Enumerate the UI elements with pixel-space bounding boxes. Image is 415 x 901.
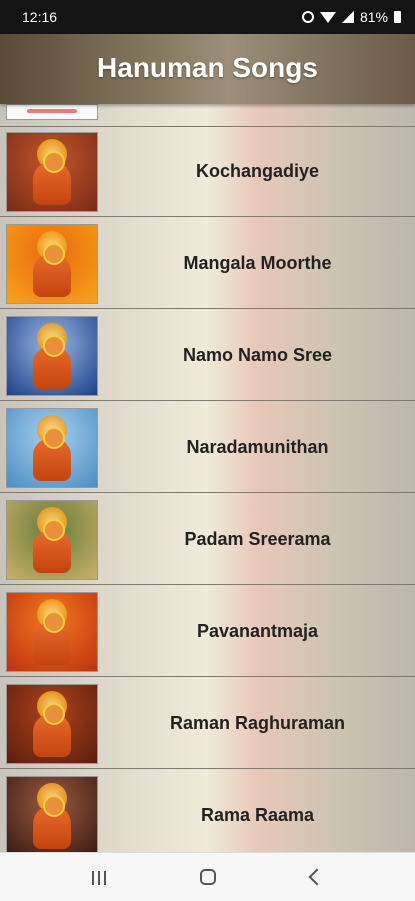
hanuman-thumbnail <box>6 500 98 580</box>
song-title: Padam Sreerama <box>184 529 331 549</box>
hanuman-thumbnail <box>6 408 98 488</box>
alarm-icon <box>301 11 314 23</box>
song-title: Naradamunithan <box>186 437 329 457</box>
signal-icon <box>341 11 354 23</box>
song-title: Mangala Moorthe <box>183 253 332 273</box>
wifi-icon <box>319 11 336 23</box>
app-header: Hanuman Songs <box>0 34 415 104</box>
status-bar: 12:16 81% <box>0 0 415 34</box>
back-button[interactable] <box>308 868 326 886</box>
system-nav-bar <box>0 852 415 901</box>
hanuman-thumbnail <box>6 684 98 764</box>
song-list[interactable]: Kochangadiye Mangala Moorthe Namo Namo Sre… <box>0 104 415 852</box>
song-title: Rama Raama <box>200 805 315 825</box>
song-list-item[interactable]: Padam Sreerama <box>0 494 415 585</box>
page-title: Hanuman Songs <box>97 52 318 83</box>
song-thumbnail <box>6 104 98 120</box>
hanuman-thumbnail <box>6 776 98 852</box>
song-title: Raman Raghuraman <box>169 713 346 733</box>
song-list-item[interactable]: Rama Raama <box>0 770 415 852</box>
hanuman-thumbnail <box>6 316 98 396</box>
battery-icon <box>394 11 401 23</box>
hanuman-thumbnail <box>6 132 98 212</box>
status-time: 12:16 <box>22 9 58 25</box>
song-list-item[interactable]: Namo Namo Sree <box>0 310 415 401</box>
status-icons: 81% <box>301 9 401 25</box>
recent-apps-button[interactable] <box>92 871 106 885</box>
hanuman-thumbnail <box>6 224 98 304</box>
song-title: Namo Namo Sree <box>182 345 333 365</box>
song-list-item[interactable]: Kochangadiye <box>0 126 415 217</box>
song-list-item[interactable]: Mangala Moorthe <box>0 218 415 309</box>
song-list-item[interactable]: Pavanantmaja <box>0 586 415 677</box>
battery-percent: 81% <box>359 9 388 25</box>
song-title: Kochangadiye <box>195 161 320 181</box>
hanuman-thumbnail <box>6 592 98 672</box>
home-button[interactable] <box>200 869 216 885</box>
song-title: Pavanantmaja <box>196 621 319 641</box>
song-list-item[interactable]: Naradamunithan <box>0 402 415 493</box>
song-list-item[interactable]: Raman Raghuraman <box>0 678 415 769</box>
list-item-partial[interactable] <box>0 104 415 127</box>
